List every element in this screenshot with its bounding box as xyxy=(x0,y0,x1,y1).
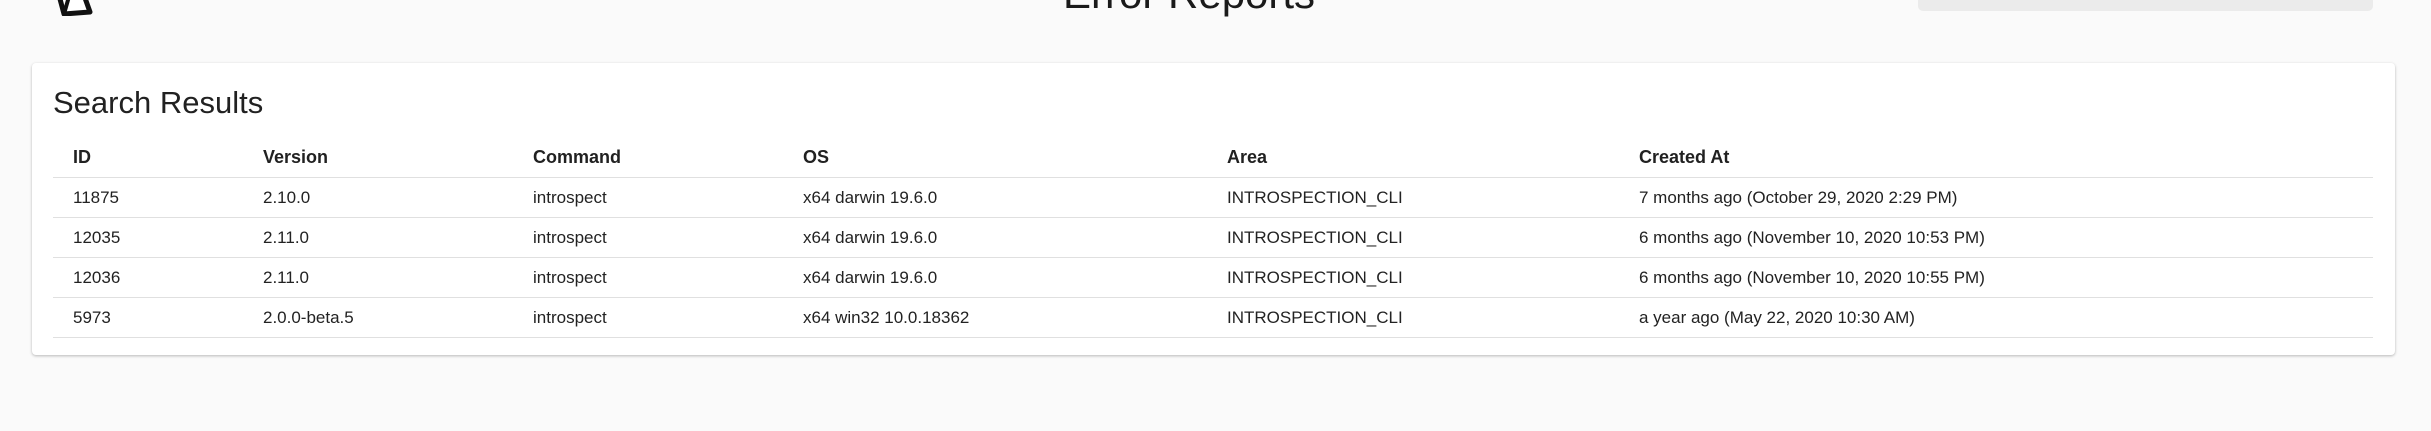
cell-version: 2.11.0 xyxy=(243,217,513,258)
cell-id: 11875 xyxy=(53,177,243,218)
cell-command: introspect xyxy=(513,297,783,338)
cell-command: introspect xyxy=(513,257,783,298)
cell-area: INTROSPECTION_CLI xyxy=(1207,297,1619,338)
cell-os: x64 darwin 19.6.0 xyxy=(783,257,1207,298)
table-header-row: ID Version Command OS Area Created At xyxy=(53,137,2373,178)
column-header-version: Version xyxy=(243,137,513,178)
cell-created-at: a year ago (May 22, 2020 10:30 AM) xyxy=(1619,297,2373,338)
cell-id: 5973 xyxy=(53,297,243,338)
table-row[interactable]: 5973 2.0.0-beta.5 introspect x64 win32 1… xyxy=(53,297,2373,338)
cell-os: x64 darwin 19.6.0 xyxy=(783,177,1207,218)
column-header-command: Command xyxy=(513,137,783,178)
prisma-logo-icon[interactable] xyxy=(50,0,94,17)
cell-area: INTROSPECTION_CLI xyxy=(1207,177,1619,218)
table-row[interactable]: 12035 2.11.0 introspect x64 darwin 19.6.… xyxy=(53,217,2373,258)
cell-created-at: 6 months ago (November 10, 2020 10:53 PM… xyxy=(1619,217,2373,258)
cell-created-at: 7 months ago (October 29, 2020 2:29 PM) xyxy=(1619,177,2373,218)
cell-version: 2.0.0-beta.5 xyxy=(243,297,513,338)
search-results-card: Search Results ID Version Command OS Are… xyxy=(32,63,2395,355)
cell-command: introspect xyxy=(513,217,783,258)
table-row[interactable]: 12036 2.11.0 introspect x64 darwin 19.6.… xyxy=(53,257,2373,298)
table-row[interactable]: 11875 2.10.0 introspect x64 darwin 19.6.… xyxy=(53,177,2373,218)
cell-created-at: 6 months ago (November 10, 2020 10:55 PM… xyxy=(1619,257,2373,298)
cell-version: 2.10.0 xyxy=(243,177,513,218)
cell-area: INTROSPECTION_CLI xyxy=(1207,257,1619,298)
cell-id: 12036 xyxy=(53,257,243,298)
cell-area: INTROSPECTION_CLI xyxy=(1207,217,1619,258)
column-header-area: Area xyxy=(1207,137,1619,178)
cell-os: x64 darwin 19.6.0 xyxy=(783,217,1207,258)
column-header-id: ID xyxy=(53,137,243,178)
cell-version: 2.11.0 xyxy=(243,257,513,298)
cell-id: 12035 xyxy=(53,217,243,258)
search-input[interactable] xyxy=(1918,0,2373,11)
top-bar: Error Reports xyxy=(0,0,2431,40)
cell-os: x64 win32 10.0.18362 xyxy=(783,297,1207,338)
cell-command: introspect xyxy=(513,177,783,218)
column-header-os: OS xyxy=(783,137,1207,178)
column-header-created-at: Created At xyxy=(1619,137,2373,178)
search-results-title: Search Results xyxy=(53,85,264,120)
page-title: Error Reports xyxy=(1063,0,1315,18)
search-results-table: ID Version Command OS Area Created At 11… xyxy=(53,137,2373,338)
